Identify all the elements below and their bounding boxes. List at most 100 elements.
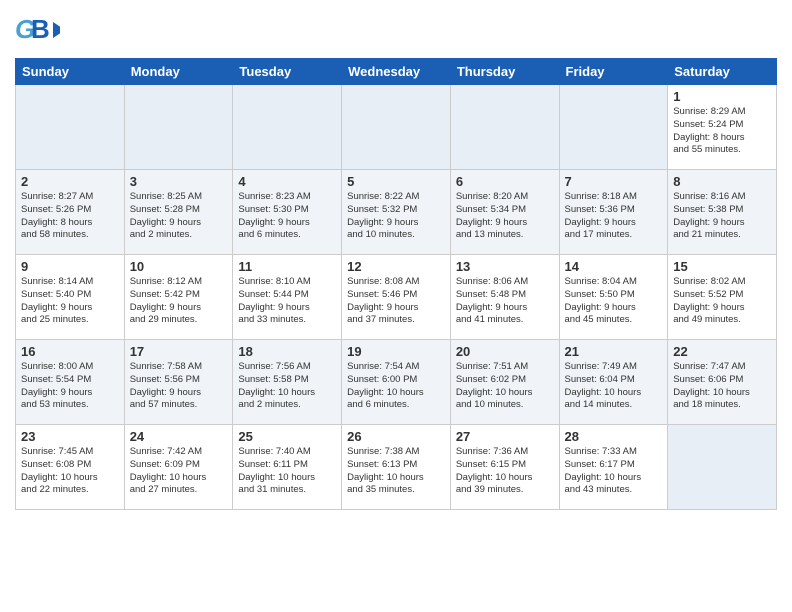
day-number: 10 [130,259,228,274]
calendar-day: 14 Sunrise: 8:04 AM Sunset: 5:50 PM Dayli… [559,255,668,340]
calendar-day: 24 Sunrise: 7:42 AM Sunset: 6:09 PM Dayli… [124,425,233,510]
calendar-week-4: 16 Sunrise: 8:00 AM Sunset: 5:54 PM Dayli… [16,340,777,425]
day-info: Sunrise: 7:54 AM Sunset: 6:00 PM Dayligh… [347,361,445,412]
calendar-day: 21 Sunrise: 7:49 AM Sunset: 6:04 PM Dayli… [559,340,668,425]
calendar-day: 12 Sunrise: 8:08 AM Sunset: 5:46 PM Dayli… [342,255,451,340]
weekday-header-tuesday: Tuesday [233,59,342,85]
day-info: Sunrise: 7:33 AM Sunset: 6:17 PM Dayligh… [565,446,663,497]
calendar-day [16,85,125,170]
calendar-day: 5 Sunrise: 8:22 AM Sunset: 5:32 PM Daylig… [342,170,451,255]
calendar-day: 18 Sunrise: 7:56 AM Sunset: 5:58 PM Dayli… [233,340,342,425]
day-info: Sunrise: 7:47 AM Sunset: 6:06 PM Dayligh… [673,361,771,412]
calendar-day: 1 Sunrise: 8:29 AM Sunset: 5:24 PM Daylig… [668,85,777,170]
day-info: Sunrise: 8:29 AM Sunset: 5:24 PM Dayligh… [673,106,771,157]
calendar-day: 8Sunrise: 8:16 AM Sunset: 5:38 PM Daylig… [668,170,777,255]
svg-text:B: B [31,14,50,44]
calendar-day [559,85,668,170]
day-number: 20 [456,344,554,359]
calendar-day: 17 Sunrise: 7:58 AM Sunset: 5:56 PM Dayli… [124,340,233,425]
calendar-day: 16 Sunrise: 8:00 AM Sunset: 5:54 PM Dayli… [16,340,125,425]
day-info: Sunrise: 7:45 AM Sunset: 6:08 PM Dayligh… [21,446,119,497]
day-info: Sunrise: 8:14 AM Sunset: 5:40 PM Dayligh… [21,276,119,327]
day-info: Sunrise: 8:08 AM Sunset: 5:46 PM Dayligh… [347,276,445,327]
calendar-day: 7 Sunrise: 8:18 AM Sunset: 5:36 PM Daylig… [559,170,668,255]
day-number: 2 [21,174,119,189]
weekday-header-sunday: Sunday [16,59,125,85]
day-number: 15 [673,259,771,274]
day-info: Sunrise: 8:06 AM Sunset: 5:48 PM Dayligh… [456,276,554,327]
calendar-day: 6 Sunrise: 8:20 AM Sunset: 5:34 PM Daylig… [450,170,559,255]
day-info: Sunrise: 8:02 AM Sunset: 5:52 PM Dayligh… [673,276,771,327]
day-number: 22 [673,344,771,359]
calendar-day [233,85,342,170]
calendar-day: 19 Sunrise: 7:54 AM Sunset: 6:00 PM Dayli… [342,340,451,425]
day-info: Sunrise: 7:42 AM Sunset: 6:09 PM Dayligh… [130,446,228,497]
day-info: Sunrise: 7:56 AM Sunset: 5:58 PM Dayligh… [238,361,336,412]
header: G B [15,10,777,50]
day-number: 3 [130,174,228,189]
weekday-header-friday: Friday [559,59,668,85]
day-number: 4 [238,174,336,189]
calendar-day: 9Sunrise: 8:14 AM Sunset: 5:40 PM Daylig… [16,255,125,340]
calendar-day: 27 Sunrise: 7:36 AM Sunset: 6:15 PM Dayli… [450,425,559,510]
day-number: 27 [456,429,554,444]
day-info: Sunrise: 7:51 AM Sunset: 6:02 PM Dayligh… [456,361,554,412]
day-number: 18 [238,344,336,359]
day-info: Sunrise: 8:04 AM Sunset: 5:50 PM Dayligh… [565,276,663,327]
day-info: Sunrise: 8:00 AM Sunset: 5:54 PM Dayligh… [21,361,119,412]
day-info: Sunrise: 8:22 AM Sunset: 5:32 PM Dayligh… [347,191,445,242]
calendar-day: 13 Sunrise: 8:06 AM Sunset: 5:48 PM Dayli… [450,255,559,340]
page: G B SundayMondayTuesdayWednesdayThursday… [0,0,792,612]
calendar-day [450,85,559,170]
day-number: 8 [673,174,771,189]
calendar-week-1: 1 Sunrise: 8:29 AM Sunset: 5:24 PM Daylig… [16,85,777,170]
calendar-day: 23Sunrise: 7:45 AM Sunset: 6:08 PM Dayli… [16,425,125,510]
day-number: 6 [456,174,554,189]
calendar-day: 20 Sunrise: 7:51 AM Sunset: 6:02 PM Dayli… [450,340,559,425]
calendar-week-5: 23Sunrise: 7:45 AM Sunset: 6:08 PM Dayli… [16,425,777,510]
day-number: 28 [565,429,663,444]
calendar-day [124,85,233,170]
calendar-week-2: 2Sunrise: 8:27 AM Sunset: 5:26 PM Daylig… [16,170,777,255]
calendar-day: 26Sunrise: 7:38 AM Sunset: 6:13 PM Dayli… [342,425,451,510]
calendar-day: 2Sunrise: 8:27 AM Sunset: 5:26 PM Daylig… [16,170,125,255]
day-number: 11 [238,259,336,274]
calendar-day: 22 Sunrise: 7:47 AM Sunset: 6:06 PM Dayli… [668,340,777,425]
day-info: Sunrise: 8:25 AM Sunset: 5:28 PM Dayligh… [130,191,228,242]
day-number: 19 [347,344,445,359]
calendar-day: 10 Sunrise: 8:12 AM Sunset: 5:42 PM Dayli… [124,255,233,340]
calendar-day: 3 Sunrise: 8:25 AM Sunset: 5:28 PM Daylig… [124,170,233,255]
day-info: Sunrise: 8:18 AM Sunset: 5:36 PM Dayligh… [565,191,663,242]
day-number: 7 [565,174,663,189]
day-info: Sunrise: 7:58 AM Sunset: 5:56 PM Dayligh… [130,361,228,412]
calendar-day: 11 Sunrise: 8:10 AM Sunset: 5:44 PM Dayli… [233,255,342,340]
day-number: 25 [238,429,336,444]
day-number: 24 [130,429,228,444]
day-number: 21 [565,344,663,359]
calendar-day: 25Sunrise: 7:40 AM Sunset: 6:11 PM Dayli… [233,425,342,510]
day-number: 5 [347,174,445,189]
calendar-day [342,85,451,170]
day-number: 17 [130,344,228,359]
weekday-header-monday: Monday [124,59,233,85]
day-info: Sunrise: 7:36 AM Sunset: 6:15 PM Dayligh… [456,446,554,497]
day-number: 12 [347,259,445,274]
calendar-table: SundayMondayTuesdayWednesdayThursdayFrid… [15,58,777,510]
weekday-header-thursday: Thursday [450,59,559,85]
day-info: Sunrise: 7:49 AM Sunset: 6:04 PM Dayligh… [565,361,663,412]
day-info: Sunrise: 8:20 AM Sunset: 5:34 PM Dayligh… [456,191,554,242]
logo-icon: G B [15,10,60,50]
day-number: 13 [456,259,554,274]
weekday-header-row: SundayMondayTuesdayWednesdayThursdayFrid… [16,59,777,85]
calendar-day [668,425,777,510]
day-number: 26 [347,429,445,444]
day-number: 14 [565,259,663,274]
calendar-week-3: 9Sunrise: 8:14 AM Sunset: 5:40 PM Daylig… [16,255,777,340]
day-number: 1 [673,89,771,104]
day-number: 16 [21,344,119,359]
day-info: Sunrise: 8:23 AM Sunset: 5:30 PM Dayligh… [238,191,336,242]
day-info: Sunrise: 8:10 AM Sunset: 5:44 PM Dayligh… [238,276,336,327]
calendar-day: 28 Sunrise: 7:33 AM Sunset: 6:17 PM Dayli… [559,425,668,510]
day-info: Sunrise: 8:12 AM Sunset: 5:42 PM Dayligh… [130,276,228,327]
logo: G B [15,10,62,50]
